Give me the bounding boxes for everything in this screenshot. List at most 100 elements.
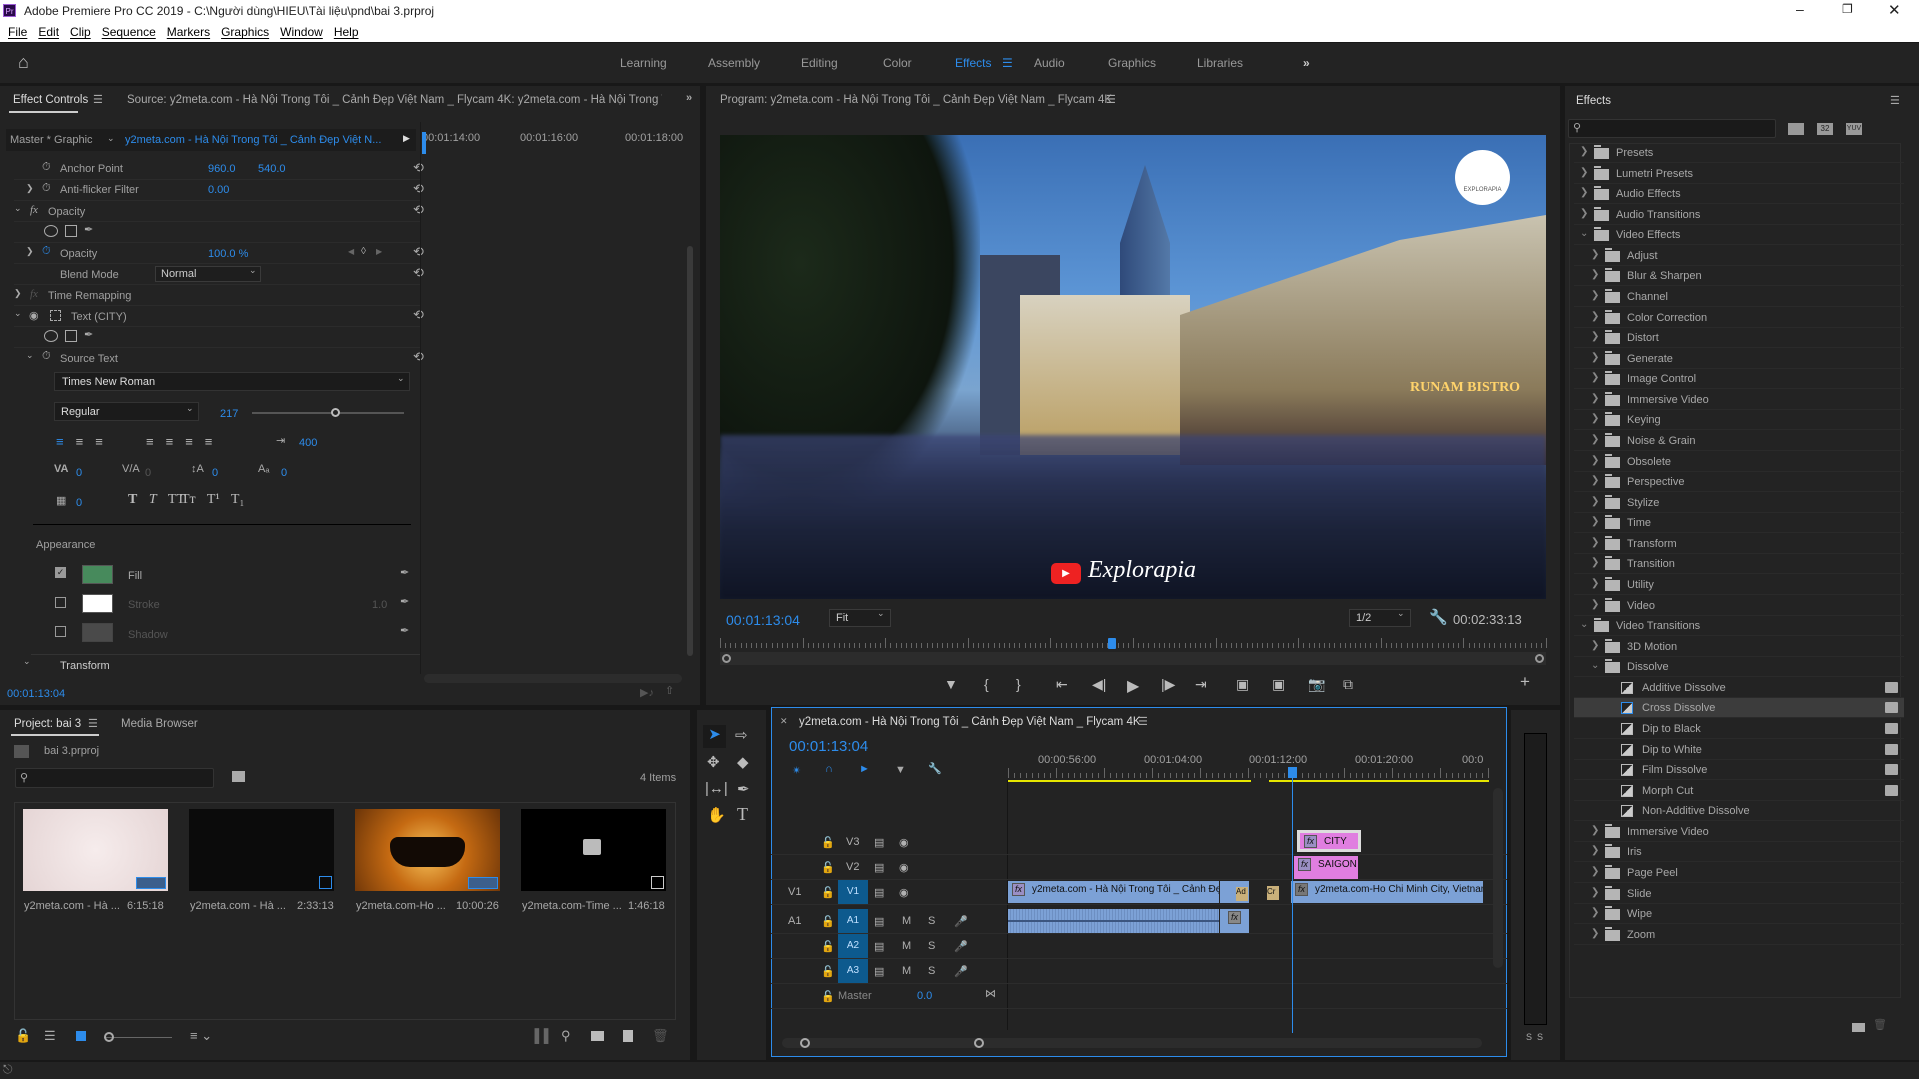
sync-lock-icon[interactable]: ▤ — [874, 965, 884, 978]
effects-tree-item[interactable]: Morph Cut — [1574, 781, 1904, 801]
rectangle-mask-icon[interactable] — [65, 225, 77, 237]
eye-icon[interactable]: ◉ — [899, 886, 909, 899]
effects-tree-item[interactable]: ❯ Transform — [1574, 534, 1904, 554]
transition-additive-dissolve[interactable]: Ad — [1236, 887, 1248, 901]
lift-icon[interactable]: ▣ — [1236, 676, 1249, 693]
menu-file[interactable]: File — [8, 25, 27, 39]
effects-tree-item[interactable]: ❯ Generate — [1574, 349, 1904, 369]
lock-icon[interactable]: 🔓 — [821, 886, 835, 899]
extract-icon[interactable]: ▣ — [1272, 676, 1285, 693]
mark-out-icon[interactable]: } — [1016, 676, 1021, 692]
ellipse-mask-icon[interactable] — [44, 330, 58, 342]
shadow-color-swatch[interactable] — [82, 623, 113, 642]
align-left-icon[interactable]: ≡ — [56, 434, 76, 449]
tab-project[interactable]: Project: bai 3 — [14, 718, 81, 730]
solo-right-button[interactable]: S — [1537, 1032, 1543, 1042]
trash-icon[interactable]: 🗑 — [652, 1028, 669, 1044]
menu-markers[interactable]: Markers — [167, 25, 210, 39]
sync-status-icon[interactable]: ⎋ — [3, 1062, 13, 1077]
mute-button[interactable]: M — [902, 940, 911, 952]
maximize-button[interactable]: ❐ — [1842, 2, 1853, 16]
nest-toggle-icon[interactable]: ✴ — [792, 764, 801, 777]
video-clip[interactable]: fx y2meta.com - Hà Nội Trong Tôi _ Cảnh Đ… — [1008, 881, 1219, 903]
tab-source[interactable]: Source: y2meta.com - Hà Nội Trong Tôi _ … — [127, 94, 662, 106]
thumbnail-size-slider[interactable] — [104, 1032, 172, 1042]
chevron-right-icon[interactable]: ❯ — [1591, 825, 1599, 836]
justify-all-icon[interactable]: ≡ — [205, 434, 225, 449]
leading-value[interactable]: 0 — [212, 467, 218, 479]
eye-icon[interactable]: ◉ — [899, 836, 909, 849]
chevron-right-icon[interactable]: ❯ — [1591, 393, 1599, 404]
snap-icon[interactable]: ∩ — [825, 763, 833, 775]
go-to-in-icon[interactable]: ⇤ — [1056, 676, 1068, 693]
justify-right-icon[interactable]: ≡ — [185, 434, 205, 449]
sync-lock-icon[interactable]: ▤ — [874, 861, 884, 874]
new-item-icon[interactable] — [623, 1030, 633, 1042]
eyedropper-icon[interactable]: ✒ — [400, 566, 409, 579]
chevron-right-icon[interactable]: ❯ — [1591, 249, 1599, 260]
effects-tree-item[interactable]: ❯ Keying — [1574, 410, 1904, 431]
effects-tree-item[interactable]: ❯ Slide — [1574, 884, 1904, 904]
export-icon[interactable]: ⇧ — [665, 684, 674, 697]
minimize-button[interactable]: – — [1796, 1, 1804, 17]
resolution-dropdown[interactable]: 1/2 ⌄ — [1349, 608, 1411, 627]
effects-tree-item[interactable]: ❯ Audio Transitions — [1574, 205, 1904, 225]
baseline-value[interactable]: 0 — [281, 467, 287, 479]
add-marker-icon[interactable]: ▼ — [895, 764, 906, 776]
track-label[interactable]: V2 — [846, 861, 859, 873]
export-frame-icon[interactable]: 📷 — [1308, 676, 1325, 693]
chevron-right-icon[interactable]: ❯ — [1591, 845, 1599, 856]
trash-icon[interactable]: 🗑 — [1873, 1018, 1887, 1031]
menu-graphics[interactable]: Graphics — [221, 25, 269, 39]
project-item-thumbnail[interactable] — [189, 809, 334, 891]
program-timecode[interactable]: 00:01:13:04 — [726, 612, 800, 628]
32bit-effects-filter[interactable]: 32 — [1817, 123, 1833, 135]
eyedropper-icon[interactable]: ✒ — [400, 624, 409, 637]
chevron-down-icon[interactable]: ⌄ — [1580, 619, 1588, 630]
yuv-effects-filter[interactable]: YUV — [1846, 123, 1862, 135]
solo-button[interactable]: S — [928, 940, 935, 952]
effects-tree-item[interactable]: ❯ Utility — [1574, 575, 1904, 595]
mute-button[interactable]: M — [902, 915, 911, 927]
sequence-tab[interactable]: y2meta.com - Hà Nội Trong Tôi _ Cảnh Đẹp… — [799, 716, 1141, 728]
project-search-input[interactable]: ⚲ — [15, 768, 214, 788]
chevron-right-icon[interactable]: ❯ — [14, 288, 22, 299]
effects-tree-item[interactable]: ❯ Immersive Video — [1574, 390, 1904, 410]
small-caps-icon[interactable]: Tᴛ — [181, 492, 196, 507]
sync-lock-icon[interactable]: ▤ — [874, 886, 884, 899]
automate-to-sequence-icon[interactable]: ▐▐ — [530, 1028, 548, 1043]
stroke-checkbox[interactable] — [55, 597, 66, 608]
chevron-right-icon[interactable]: ❯ — [1591, 352, 1599, 363]
faux-italic-icon[interactable]: T — [149, 492, 157, 507]
selection-tool-icon[interactable]: ➤ — [703, 725, 726, 748]
video-clip[interactable]: fx y2meta.com-Ho Chi Minh City, Vietnam — [1291, 881, 1483, 903]
workspace-graphics[interactable]: Graphics — [1108, 56, 1156, 70]
project-item-thumbnail[interactable] — [23, 809, 168, 891]
chevron-down-icon[interactable]: ⌄ — [26, 350, 34, 361]
effects-tree-item[interactable]: ❯ Transition — [1574, 554, 1904, 575]
program-monitor-title[interactable]: Program: y2meta.com - Hà Nội Trong Tôi _… — [720, 94, 1112, 106]
effects-tree-item[interactable]: ❯ Iris — [1574, 842, 1904, 863]
panel-menu-icon[interactable]: ☰ — [93, 93, 103, 106]
solo-button[interactable]: S — [928, 915, 935, 927]
chevron-right-icon[interactable]: ❯ — [1591, 496, 1599, 507]
chevron-right-icon[interactable]: ❯ — [1591, 907, 1599, 918]
project-item-thumbnail[interactable] — [355, 809, 500, 891]
reset-icon[interactable]: ⟲ — [413, 181, 424, 197]
superscript-icon[interactable]: T¹ — [207, 492, 220, 507]
track-label[interactable]: V3 — [846, 836, 859, 848]
effects-tree-item[interactable]: ❯ 3D Motion — [1574, 637, 1904, 657]
lock-icon[interactable]: 🔓 — [821, 861, 835, 874]
type-tool-icon[interactable]: T — [737, 804, 748, 825]
reset-icon[interactable]: ⟲ — [413, 349, 424, 365]
chevron-right-icon[interactable]: ❯ — [1591, 372, 1599, 383]
chevron-right-icon[interactable]: ❯ — [1591, 557, 1599, 568]
chevron-down-icon[interactable]: ⌄ — [14, 203, 22, 214]
pen-tool-icon[interactable]: ✒ — [737, 780, 750, 798]
faux-bold-icon[interactable]: T — [128, 492, 137, 507]
icon-view-icon[interactable] — [76, 1031, 86, 1041]
previous-keyframe-icon[interactable]: ◀ — [348, 247, 354, 256]
chevron-right-icon[interactable]: ❯ — [1591, 866, 1599, 877]
step-forward-icon[interactable]: |▶ — [1161, 676, 1175, 693]
workspace-color[interactable]: Color — [883, 56, 912, 70]
